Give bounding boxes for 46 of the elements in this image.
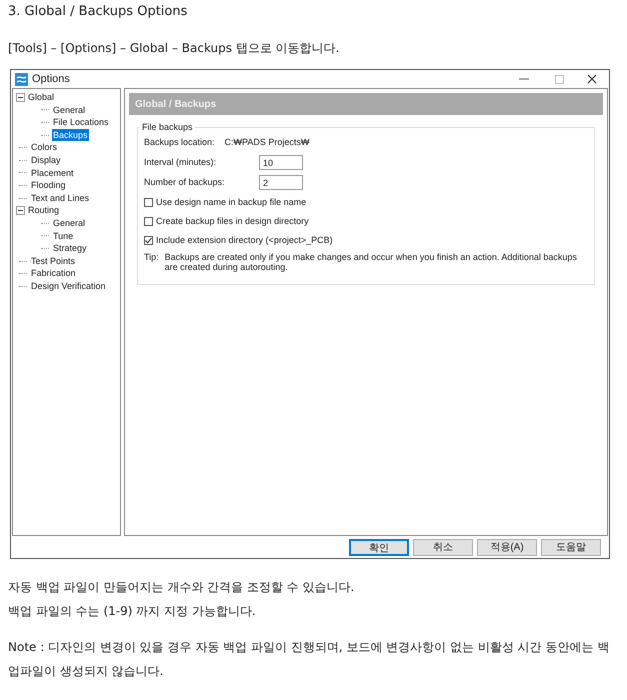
close-icon[interactable] xyxy=(587,74,597,84)
tree-item[interactable]: Fabrication xyxy=(30,267,77,280)
checkbox[interactable] xyxy=(144,217,153,226)
tree-item[interactable]: Tune xyxy=(52,230,74,242)
field-value: C:₩PADS Projects₩ xyxy=(224,136,310,150)
tree-item[interactable]: File Locations xyxy=(52,116,110,129)
expander-icon[interactable] xyxy=(16,206,25,216)
checkbox-label: Use design name in backup file name xyxy=(156,196,306,209)
dialog-button[interactable]: 취소 xyxy=(413,538,473,556)
checkbox[interactable] xyxy=(144,198,153,207)
body-paragraph: Note : 디자인의 변경이 있을 경우 자동 백업 파일이 진행되며, 보드에 변경사항이 없는 비활성 시간 동안에는 백업파일이 생성되지 않습니다. xyxy=(8,639,610,680)
field-label: Interval (minutes): xyxy=(144,156,218,169)
panel-title: Global / Backups xyxy=(129,93,603,115)
app-logo-icon xyxy=(15,72,28,86)
checkbox[interactable] xyxy=(144,236,153,245)
group-label: File backups xyxy=(140,122,195,133)
instruction-text: [Tools] – [Options] – Global – Backups 탭으로 이동합니다. xyxy=(8,40,340,57)
input-field[interactable]: 10 xyxy=(259,155,303,170)
tree-item[interactable]: Colors xyxy=(30,141,58,154)
tree-item[interactable]: Text and Lines xyxy=(30,192,90,204)
body-paragraph: 백업 파일의 수는 (1-9) 까지 지정 가능합니다. xyxy=(8,603,257,620)
window-title: Options xyxy=(32,72,70,87)
tip-label: Tip: xyxy=(144,252,159,264)
tree-item[interactable]: Routing xyxy=(27,204,60,217)
field-label: Number of backups: xyxy=(144,176,226,189)
tree-item[interactable]: Flooding xyxy=(30,179,67,192)
tree-item[interactable]: Design Verification xyxy=(30,280,107,292)
checkbox-label: Create backup files in design directory xyxy=(156,214,309,228)
section-heading: 3. Global / Backups Options xyxy=(8,3,188,21)
tree-item[interactable]: General xyxy=(52,216,86,230)
tree-item[interactable]: Placement xyxy=(30,166,75,180)
expander-icon[interactable] xyxy=(16,92,25,102)
tree-item[interactable]: Backups xyxy=(52,128,89,142)
checkbox-label: Include extension directory (<project>_PCB) xyxy=(156,234,333,247)
dialog-button[interactable]: 적용(A) xyxy=(477,538,537,556)
field-label: Backups location: xyxy=(144,136,215,150)
tree-item[interactable]: Display xyxy=(30,154,62,167)
input-field[interactable]: 2 xyxy=(259,175,303,190)
tree-item[interactable]: Test Points xyxy=(30,254,76,268)
tip-text: Backups are created only if you make changes and occur when you finish an action. Additional backups are created during autorouting. xyxy=(164,252,578,272)
dialog-button[interactable]: 확인 xyxy=(349,538,409,556)
tree-item[interactable]: General xyxy=(52,104,86,116)
dialog-button[interactable]: 도움말 xyxy=(541,538,601,556)
tree-item[interactable]: Strategy xyxy=(52,242,88,255)
tree-item[interactable]: Global xyxy=(27,91,56,104)
body-paragraph: 자동 백업 파일이 만들어지는 개수와 간격을 조정할 수 있습니다. xyxy=(8,579,356,596)
